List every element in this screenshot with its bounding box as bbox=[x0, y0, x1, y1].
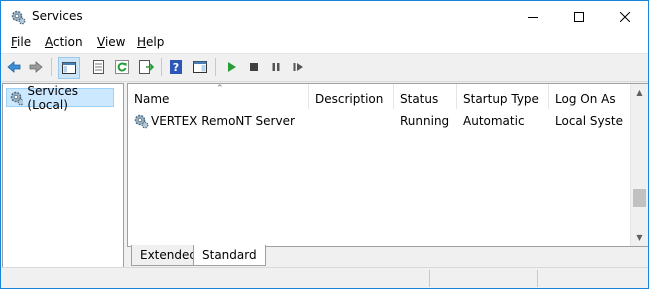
maximize-button[interactable] bbox=[556, 1, 602, 32]
services-list: ⌃ Name Description Status Startup Type L… bbox=[127, 83, 648, 247]
toolbar-separator bbox=[51, 58, 52, 76]
svg-text:?: ? bbox=[173, 61, 179, 74]
status-bar-divider bbox=[429, 270, 430, 287]
view-tabs: Extended Standard bbox=[127, 245, 647, 267]
console-tree: Services (Local) bbox=[2, 83, 124, 268]
back-icon[interactable] bbox=[5, 58, 23, 76]
close-button[interactable] bbox=[602, 1, 648, 32]
cell-log-on-as: Local Syste bbox=[555, 114, 623, 128]
tab-standard[interactable]: Standard bbox=[193, 245, 266, 266]
service-gear-icon bbox=[133, 113, 149, 132]
list-header: ⌃ Name Description Status Startup Type L… bbox=[128, 84, 630, 109]
minimize-button[interactable] bbox=[510, 1, 556, 32]
cell-startup-type: Automatic bbox=[463, 114, 525, 128]
status-bar-divider bbox=[537, 270, 538, 287]
toolbar: ? bbox=[1, 54, 648, 82]
properties-icon[interactable] bbox=[89, 58, 107, 76]
menu-action[interactable]: Action bbox=[45, 35, 83, 49]
cell-name: VERTEX RemoNT Server bbox=[151, 114, 295, 128]
column-header-name[interactable]: Name bbox=[128, 84, 309, 109]
menu-bar: File Action View Help bbox=[1, 32, 648, 54]
toolbar-separator bbox=[161, 58, 162, 76]
tree-item-services-local[interactable]: Services (Local) bbox=[6, 84, 114, 112]
column-header-startup-type[interactable]: Startup Type bbox=[457, 84, 549, 109]
menu-file[interactable]: File bbox=[11, 35, 31, 49]
scroll-thumb[interactable] bbox=[633, 189, 646, 207]
minimize-icon bbox=[528, 16, 538, 18]
scroll-up-icon[interactable]: ▲ bbox=[631, 84, 648, 101]
status-bar bbox=[1, 267, 648, 288]
toolbar-separator bbox=[215, 58, 216, 76]
stop-service-icon[interactable] bbox=[245, 58, 263, 76]
column-header-description[interactable]: Description bbox=[309, 84, 394, 109]
tree-item-label: Services (Local) bbox=[27, 83, 79, 112]
window-title: Services bbox=[32, 9, 83, 23]
show-hide-console-tree-icon[interactable] bbox=[58, 57, 80, 79]
show-action-pane-icon[interactable] bbox=[191, 58, 209, 76]
services-window: Services File Action View Help ? Service… bbox=[0, 0, 649, 289]
services-gear-icon bbox=[10, 9, 26, 25]
restart-service-icon[interactable] bbox=[289, 58, 307, 76]
start-service-icon[interactable] bbox=[222, 58, 240, 76]
pause-service-icon[interactable] bbox=[267, 58, 285, 76]
refresh-icon[interactable] bbox=[113, 58, 131, 76]
title-bar[interactable]: Services bbox=[1, 1, 648, 32]
cell-description bbox=[315, 111, 393, 131]
scroll-down-icon[interactable]: ▼ bbox=[631, 229, 648, 246]
forward-icon[interactable] bbox=[27, 58, 45, 76]
column-header-log-on-as[interactable]: Log On As bbox=[549, 84, 630, 109]
cell-status: Running bbox=[400, 114, 450, 128]
close-icon bbox=[620, 11, 630, 22]
maximize-icon bbox=[574, 11, 584, 22]
export-list-icon[interactable] bbox=[137, 58, 155, 76]
menu-view[interactable]: View bbox=[97, 35, 125, 49]
menu-help[interactable]: Help bbox=[137, 35, 164, 49]
help-icon[interactable]: ? bbox=[167, 58, 185, 76]
vertical-scrollbar[interactable]: ▲ ▼ bbox=[630, 84, 648, 246]
services-gear-icon bbox=[10, 91, 24, 105]
table-row[interactable]: VERTEX RemoNT Server Running Automatic L… bbox=[128, 111, 630, 131]
column-header-status[interactable]: Status bbox=[394, 84, 457, 109]
